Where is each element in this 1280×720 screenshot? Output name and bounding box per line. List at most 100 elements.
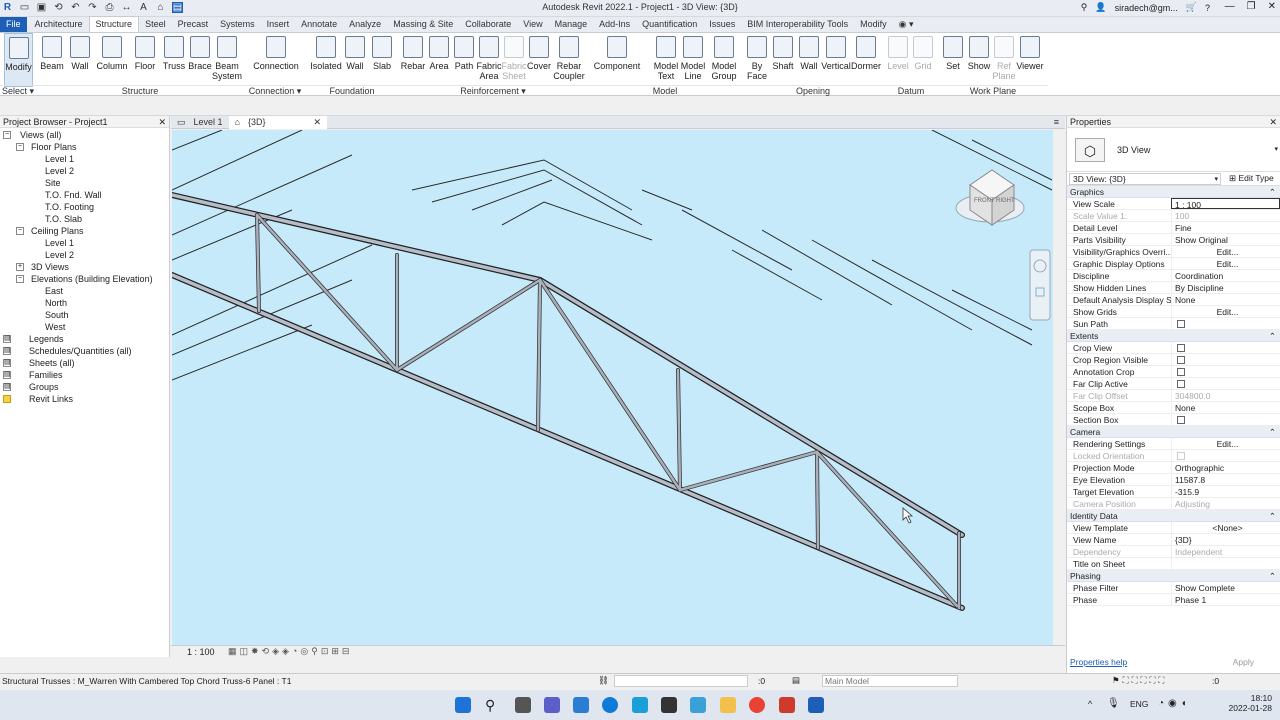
tree-revit-links[interactable]: Revit Links (0, 393, 169, 405)
tree-item[interactable]: South (0, 309, 169, 321)
truss-model[interactable]: FRONT RIGHT (172, 130, 1053, 645)
tree-item[interactable]: T.O. Fnd. Wall (0, 189, 169, 201)
viewer-button[interactable]: Viewer (1016, 33, 1044, 87)
viewcube[interactable]: FRONT RIGHT (955, 169, 1025, 226)
tree-item[interactable]: Site (0, 177, 169, 189)
view-template-button[interactable]: <None> (1171, 522, 1280, 533)
brace-button[interactable]: Brace (188, 33, 212, 87)
column-button[interactable]: Column (95, 33, 129, 87)
area-button[interactable]: Area (427, 33, 451, 87)
clock[interactable]: 18:10 2022-01-28 (1228, 693, 1272, 713)
tree-item[interactable]: T.O. Footing (0, 201, 169, 213)
fabric-area-button[interactable]: Fabric Area (477, 33, 502, 87)
isolated-button[interactable]: Isolated (310, 33, 342, 87)
tab-view[interactable]: View (517, 17, 548, 32)
crop-region-visible-checkbox[interactable] (1177, 356, 1185, 364)
collapse-icon[interactable]: − (16, 275, 24, 283)
file-explorer-icon[interactable] (720, 697, 736, 713)
3d-view-canvas[interactable]: FRONT RIGHT (172, 130, 1053, 645)
minimize-icon[interactable]: — (1225, 1, 1235, 12)
fabric-sheet-button[interactable]: Fabric Sheet (502, 33, 527, 87)
workset-dropdown[interactable] (614, 675, 748, 687)
floor-button[interactable]: Floor (131, 33, 159, 87)
close-icon[interactable]: ✕ (1268, 1, 1276, 12)
vertical-button[interactable]: Vertical (821, 33, 851, 87)
chrome-icon[interactable] (749, 697, 765, 713)
tree-legends[interactable]: ▤ Legends (0, 333, 169, 345)
collapse-icon[interactable]: − (16, 227, 24, 235)
tree-item[interactable]: T.O. Slab (0, 213, 169, 225)
user-name[interactable]: siradech@gm... (1115, 3, 1178, 13)
tree-views-all[interactable]: − Views (all) (0, 129, 169, 141)
view-tab-menu-icon[interactable]: ≡ (1048, 116, 1065, 129)
start-icon[interactable] (455, 697, 471, 713)
truss-button[interactable]: Truss (161, 33, 187, 87)
selection-filter-icons[interactable]: ⚑⛶⛶⛶⛶⛶ (1112, 675, 1167, 686)
search-icon[interactable]: ⚲ (1081, 2, 1088, 13)
collapse-icon[interactable]: − (16, 143, 24, 151)
crop-view-checkbox[interactable] (1177, 344, 1185, 352)
tab-quantification[interactable]: Quantification (636, 17, 703, 32)
app-icon[interactable] (779, 697, 795, 713)
chat-icon[interactable] (544, 697, 560, 713)
panel-select[interactable]: Select ▾ (0, 85, 36, 96)
tray-icons[interactable]: ◔◉◖ (1158, 698, 1191, 709)
tab-file[interactable]: File (0, 17, 27, 32)
opening-wall-button[interactable]: Wall (797, 33, 821, 87)
close-icon[interactable]: ✕ (1269, 116, 1277, 128)
tab-systems[interactable]: Systems (214, 17, 261, 32)
edit-type-button[interactable]: ⊞ Edit Type (1229, 173, 1274, 184)
tree-item[interactable]: Level 1 (0, 237, 169, 249)
tree-groups[interactable]: ▤ Groups (0, 381, 169, 393)
edit-button[interactable]: Edit... (1171, 438, 1280, 449)
tab-steel[interactable]: Steel (139, 17, 172, 32)
section-camera[interactable]: Camera ⌃ (1067, 426, 1280, 438)
rebar-coupler-button[interactable]: Rebar Coupler (553, 33, 585, 87)
beam-system-button[interactable]: Beam System (212, 33, 242, 87)
app-icon[interactable] (632, 697, 648, 713)
section-phasing[interactable]: Phasing ⌃ (1067, 570, 1280, 582)
worksets-icon[interactable]: ⛓ (598, 675, 609, 686)
close-icon[interactable]: ✕ (158, 116, 166, 128)
truss-chords[interactable] (172, 193, 964, 610)
tab-architecture[interactable]: Architecture (29, 17, 89, 32)
mic-icon[interactable]: 🎙 (1107, 698, 1120, 709)
sun-path-checkbox[interactable] (1177, 320, 1185, 328)
tree-floor-plans[interactable]: − Floor Plans (0, 141, 169, 153)
view-scale[interactable]: 1 : 100 (187, 647, 215, 657)
revit-icon[interactable] (808, 697, 824, 713)
beam-button[interactable]: Beam (38, 33, 66, 87)
app-icon[interactable] (573, 697, 589, 713)
design-option-dropdown[interactable]: Main Model (822, 675, 958, 687)
apply-button[interactable]: Apply (1233, 657, 1254, 667)
expand-icon[interactable]: + (16, 263, 24, 271)
edit-button[interactable]: Edit... (1171, 306, 1280, 317)
tree-item[interactable]: Level 2 (0, 165, 169, 177)
component-button[interactable]: Component (594, 33, 640, 87)
section-graphics[interactable]: Graphics ⌃ (1067, 186, 1280, 198)
set-button[interactable]: Set (941, 33, 965, 87)
chevron-down-icon[interactable]: ▾ (1274, 145, 1278, 153)
view-tab-3d[interactable]: ⌂ {3D} ✕ (228, 116, 328, 129)
tree-families[interactable]: ▤ Families (0, 369, 169, 381)
far-clip-active-checkbox[interactable] (1177, 380, 1185, 388)
tree-item[interactable]: Level 1 (0, 153, 169, 165)
slab-button[interactable]: Slab (369, 33, 395, 87)
grid-button[interactable]: Grid (911, 33, 935, 87)
properties-help-link[interactable]: Properties help (1070, 657, 1127, 667)
tab-insert[interactable]: Insert (261, 17, 296, 32)
tree-item[interactable]: West (0, 321, 169, 333)
user-icon[interactable]: 👤 (1095, 2, 1106, 13)
tree-sheets[interactable]: ▤ Sheets (all) (0, 357, 169, 369)
show-button[interactable]: Show (966, 33, 992, 87)
collapse-icon[interactable]: − (3, 131, 11, 139)
tree-schedules[interactable]: ▤ Schedules/Quantities (all) (0, 345, 169, 357)
help-icon[interactable]: ? (1205, 3, 1210, 13)
tab-collaborate[interactable]: Collaborate (459, 17, 517, 32)
tree-3d-views[interactable]: +3D Views (0, 261, 169, 273)
tab-structure[interactable]: Structure (88, 16, 140, 32)
edit-button[interactable]: Edit... (1171, 246, 1280, 257)
view-control-icons[interactable]: ▦◫✸⟲◈◈◔◎⚲⊡⊞⊟ (228, 646, 352, 657)
tab-modify[interactable]: Modify (854, 17, 893, 32)
path-button[interactable]: Path (452, 33, 476, 87)
